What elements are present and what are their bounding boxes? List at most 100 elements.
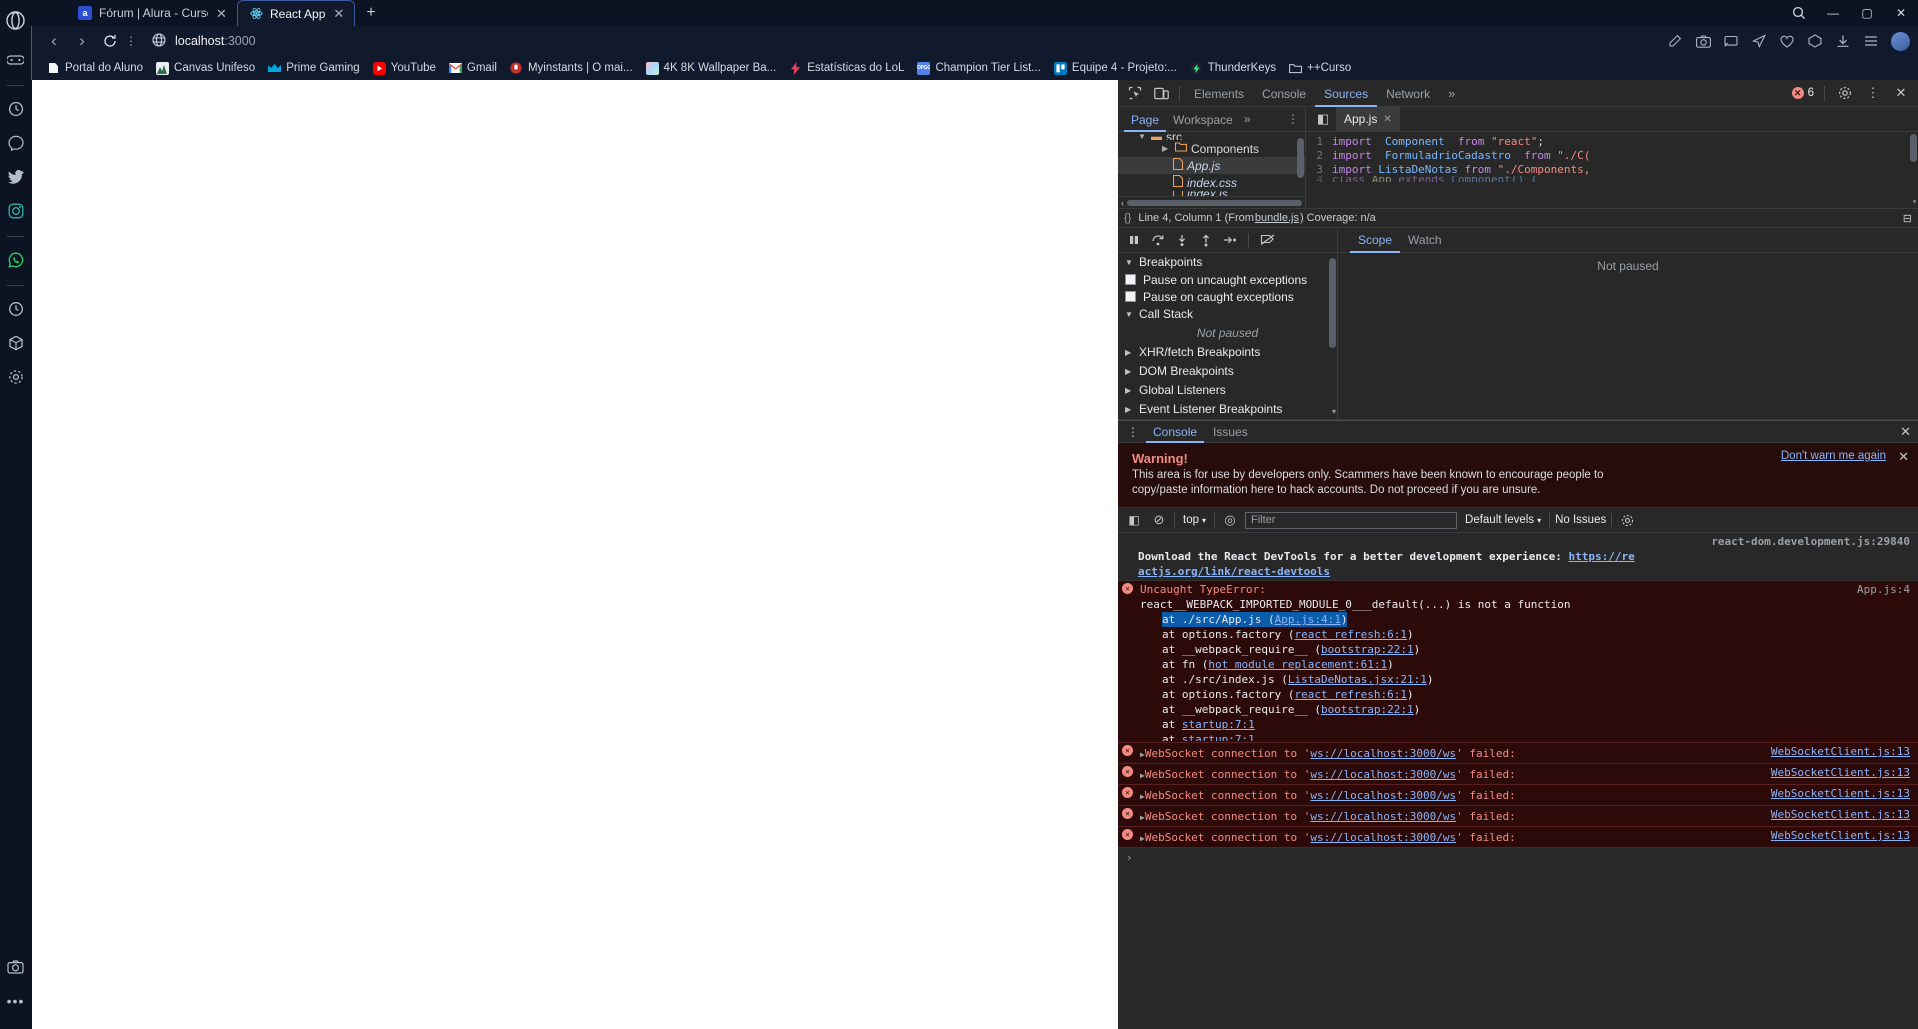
section-dom-breakpoints[interactable]: ▶ DOM Breakpoints (1118, 362, 1337, 380)
pause-uncaught-row[interactable]: Pause on uncaught exceptions (1118, 271, 1337, 288)
camera-icon[interactable] (1690, 29, 1716, 53)
bookmark-item[interactable]: Myinstants | O mai... (504, 60, 639, 77)
tree-item-app-js[interactable]: App.js (1118, 157, 1305, 174)
react-devtools-link[interactable]: https://re (1568, 550, 1634, 563)
section-event-listener-breakpoints[interactable]: ▶ Event Listener Breakpoints (1118, 400, 1337, 418)
tab-network[interactable]: Network (1377, 80, 1439, 107)
reload-button[interactable] (96, 29, 124, 53)
bookmark-item[interactable]: Prime Gaming (262, 60, 366, 77)
step-out-icon[interactable] (1195, 230, 1217, 250)
avatar[interactable] (1891, 31, 1910, 51)
drawer-tab-issues[interactable]: Issues (1206, 421, 1255, 443)
deactivate-breakpoints-icon[interactable] (1256, 230, 1278, 250)
issues-status[interactable]: No Issues (1555, 514, 1606, 526)
stack-link[interactable]: ListaDeNotas.jsx:21:1 (1288, 673, 1427, 686)
checkbox[interactable] (1125, 291, 1136, 302)
cast-icon[interactable] (1718, 29, 1744, 53)
package-icon[interactable] (4, 331, 28, 355)
console-settings-gear-icon[interactable] (1617, 510, 1637, 530)
bookmark-item[interactable]: 4K 8K Wallpaper Ba... (640, 60, 783, 77)
checkbox[interactable] (1125, 274, 1136, 285)
ws-link[interactable]: ws://localhost:3000/ws (1310, 747, 1456, 760)
bookmark-item[interactable]: OPGG Champion Tier List... (911, 60, 1046, 77)
forward-button[interactable]: › (68, 29, 96, 53)
editor-tab-close-icon[interactable]: ✕ (1383, 114, 1391, 125)
more-icon[interactable]: ••• (4, 989, 28, 1013)
live-expression-icon[interactable]: ◎ (1220, 510, 1240, 530)
warning-close-icon[interactable]: ✕ (1898, 449, 1909, 465)
address-bar[interactable]: localhost:3000 (142, 29, 1658, 53)
devtools-kebab-icon[interactable]: ⋮ (1860, 81, 1886, 105)
maximize-button[interactable]: ▢ (1850, 0, 1884, 26)
close-window-button[interactable]: ✕ (1884, 0, 1918, 26)
console-context-selector[interactable]: top ▾ (1180, 514, 1209, 526)
editor-tab-app-js[interactable]: App.js ✕ (1336, 106, 1400, 132)
edit-icon[interactable] (1662, 29, 1688, 53)
stack-link[interactable]: react refresh:6:1 (1294, 628, 1407, 641)
message-source[interactable]: react-dom.development.js:29840 (1711, 534, 1910, 549)
bookmark-item[interactable]: Portal do Aluno (41, 60, 149, 77)
tab-console[interactable]: Console (1253, 80, 1315, 107)
device-toggle-icon[interactable] (1148, 81, 1174, 105)
console-filter-input[interactable] (1245, 511, 1458, 529)
bookmark-item[interactable]: Estatísticas do LoL (783, 60, 910, 77)
bookmark-item[interactable]: ++Curso (1283, 60, 1357, 77)
stack-frame[interactable]: at ./src/App.js (App.js:4:1) (1140, 612, 1910, 627)
stack-frame[interactable]: at options.factory (react refresh:6:1) (1140, 627, 1910, 642)
tree-item-src[interactable]: ▼ ▬ src (1118, 133, 1305, 140)
log-levels-selector[interactable]: Default levels ▾ (1462, 514, 1544, 526)
section-breakpoints[interactable]: ▼ Breakpoints (1118, 253, 1337, 271)
tab-elements[interactable]: Elements (1185, 80, 1253, 107)
stack-link[interactable]: react refresh:6:1 (1294, 688, 1407, 701)
send-icon[interactable] (1746, 29, 1772, 53)
bookmark-item[interactable]: YouTube (367, 60, 442, 77)
step-icon[interactable] (1219, 230, 1241, 250)
tab-sources[interactable]: Sources (1315, 80, 1377, 107)
stack-link[interactable]: startup:7:1 (1182, 718, 1255, 731)
bookmark-item[interactable]: Canvas Unifeso (150, 60, 261, 77)
ws-link[interactable]: ws://localhost:3000/ws (1310, 831, 1456, 844)
navigator-kebab-icon[interactable]: ⋮ (1287, 112, 1305, 126)
tab-close-icon[interactable]: ✕ (332, 7, 345, 20)
bundle-link[interactable]: bundle.js (1255, 212, 1299, 224)
tab-close-icon[interactable]: ✕ (215, 7, 228, 20)
stack-frame[interactable]: at __webpack_require__ (bootstrap:22:1) (1140, 642, 1910, 657)
stack-link[interactable]: hot module replacement:61:1 (1208, 658, 1387, 671)
stack-frame[interactable]: at __webpack_require__ (bootstrap:22:1) (1140, 702, 1910, 717)
messenger-icon[interactable] (4, 131, 28, 155)
settings-icon[interactable] (4, 365, 28, 389)
code-editor[interactable]: 1 import Component from "react"; 2 impor… (1306, 132, 1918, 208)
console-sidebar-toggle-icon[interactable]: ◧ (1124, 510, 1144, 530)
tree-item-components[interactable]: ▶ Components (1118, 140, 1305, 157)
clear-console-icon[interactable]: ⊘ (1149, 510, 1169, 530)
statusbar-right-icon[interactable]: ⊟ (1903, 212, 1912, 225)
debugger-scrollbar[interactable] (1329, 258, 1336, 348)
stack-link[interactable]: startup:7:1 (1182, 733, 1255, 741)
inspect-icon[interactable] (1122, 81, 1148, 105)
console-message-error[interactable]: ✕ App.js:4 Uncaught TypeError: react__WE… (1118, 581, 1918, 743)
pause-icon[interactable] (1123, 230, 1145, 250)
stack-frame[interactable]: at options.factory (react refresh:6:1) (1140, 687, 1910, 702)
section-xhr-breakpoints[interactable]: ▶ XHR/fetch Breakpoints (1118, 343, 1337, 361)
bookmark-item[interactable]: Equipe 4 - Projeto:... (1048, 60, 1183, 77)
more-tabs-icon[interactable]: » (1439, 80, 1464, 107)
message-source[interactable]: WebSocketClient.js:13 (1771, 807, 1910, 822)
tab-scope[interactable]: Scope (1350, 228, 1400, 253)
navigator-more-icon[interactable]: » (1240, 112, 1255, 126)
nav-tab-page[interactable]: Page (1124, 107, 1166, 132)
console-message-websocket-error[interactable]: ✕ WebSocketClient.js:13 ▶WebSocket conne… (1118, 764, 1918, 785)
stack-link[interactable]: App.js:4:1 (1275, 613, 1341, 626)
ws-link[interactable]: ws://localhost:3000/ws (1310, 810, 1456, 823)
error-count-badge[interactable]: ✕ 6 (1791, 87, 1817, 99)
menu-icon[interactable] (1858, 29, 1884, 53)
drawer-kebab-icon[interactable]: ⋮ (1122, 425, 1144, 439)
code-scrollbar[interactable] (1910, 134, 1917, 162)
tree-item-index-js[interactable]: index.js (1118, 191, 1305, 196)
download-icon[interactable] (1830, 29, 1856, 53)
section-call-stack[interactable]: ▼ Call Stack (1118, 305, 1337, 323)
devtools-close-icon[interactable]: ✕ (1888, 81, 1914, 105)
step-over-icon[interactable] (1147, 230, 1169, 250)
braces-icon[interactable]: {} (1124, 212, 1131, 224)
expander-icon[interactable]: ▼ (1138, 133, 1147, 140)
message-source[interactable]: WebSocketClient.js:13 (1771, 744, 1910, 759)
